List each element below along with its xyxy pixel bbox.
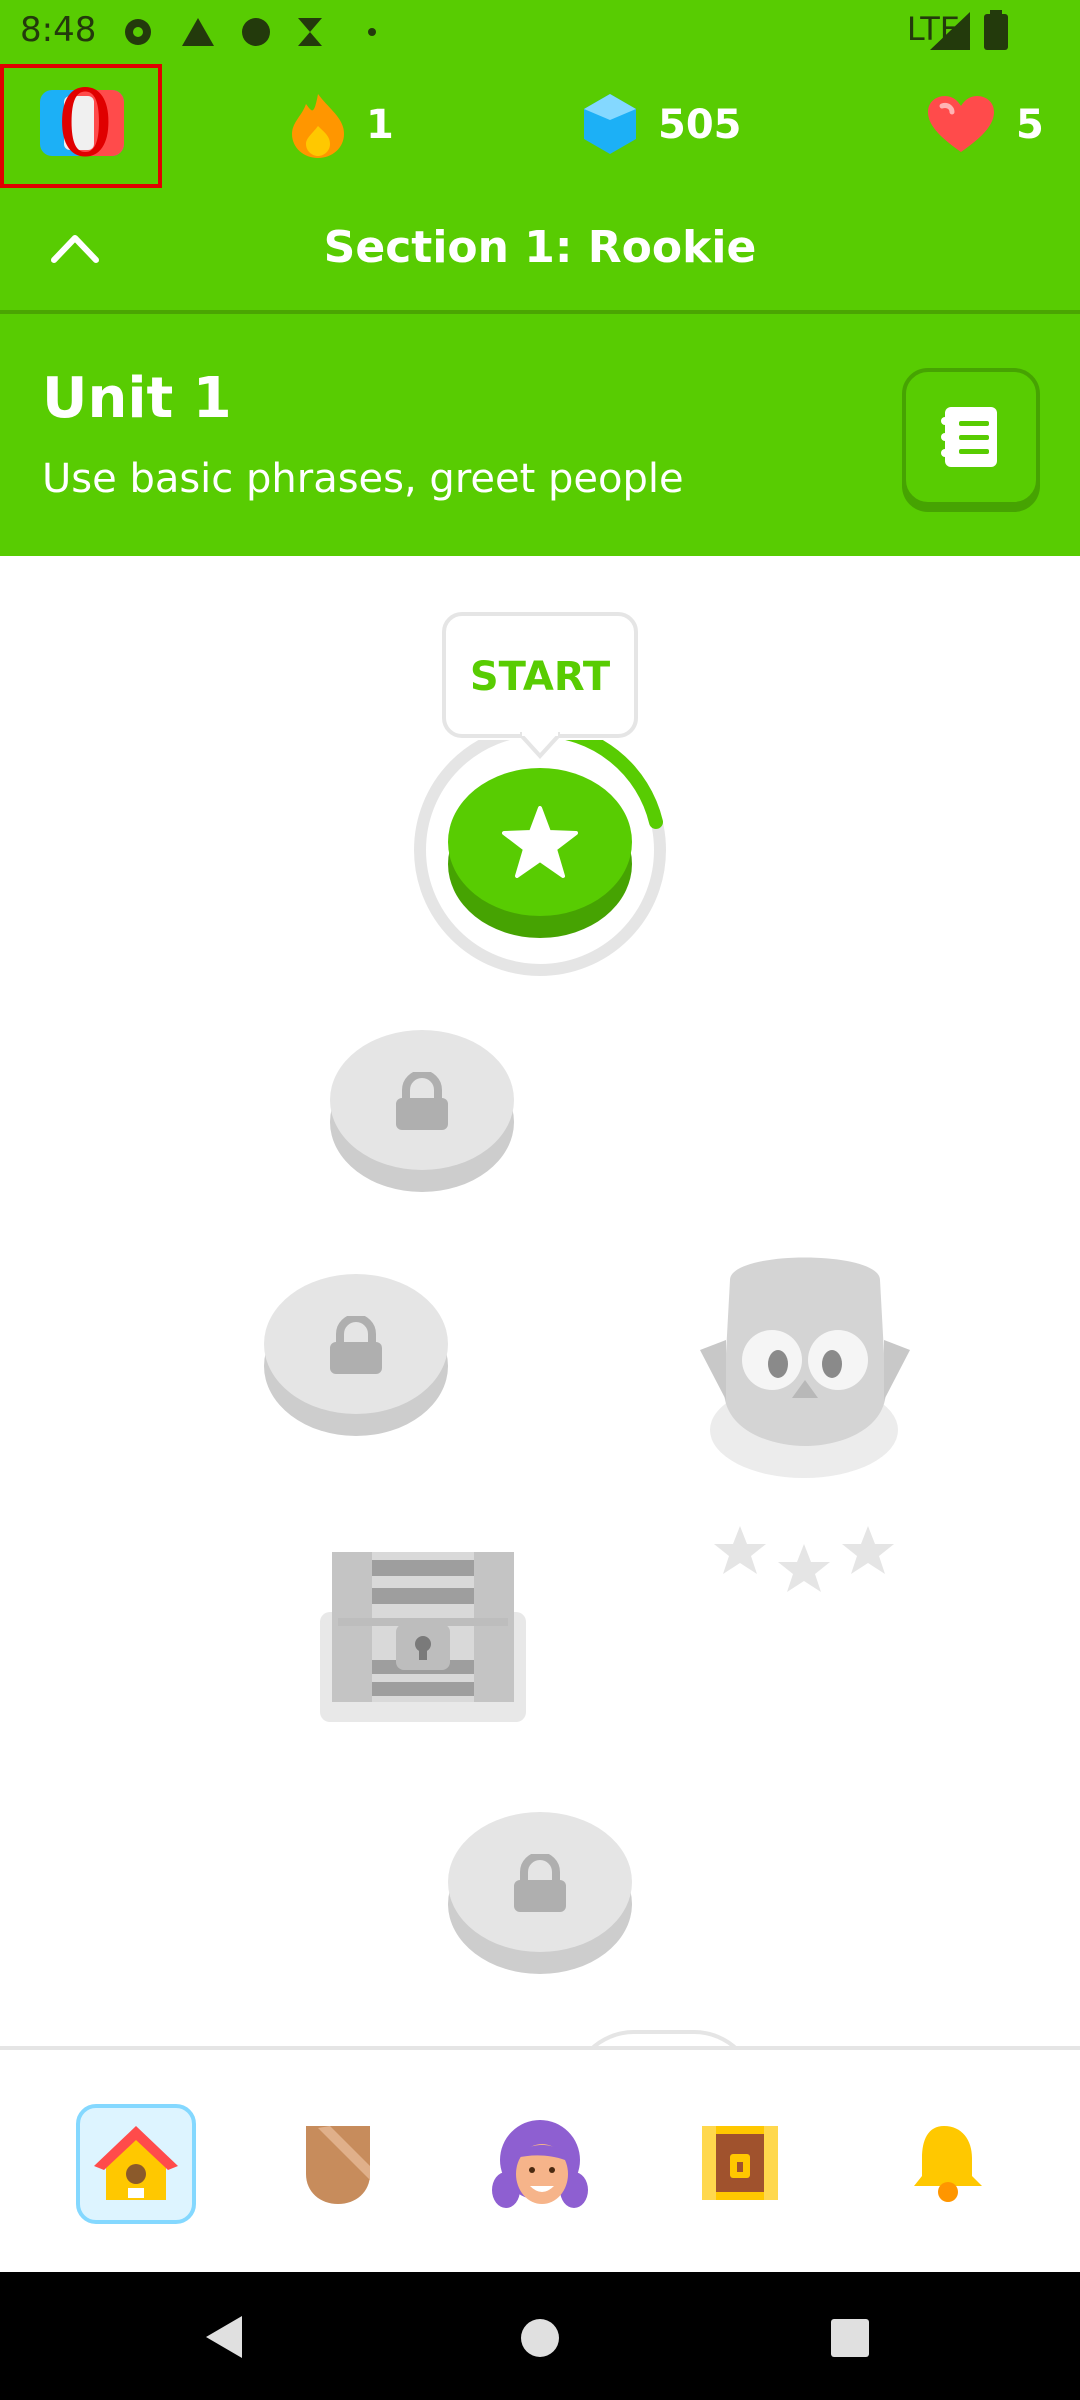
streak-count: 1 (366, 102, 394, 148)
top-bar: 1 505 5 (0, 64, 1080, 188)
start-label: START (469, 654, 611, 700)
owl-icon (700, 1257, 910, 1478)
streak-flame-icon[interactable] (290, 92, 346, 158)
heart-icon[interactable] (928, 96, 994, 154)
unit-title: Unit 1 (42, 366, 232, 431)
chest-icon (702, 2126, 778, 2200)
nav-characters[interactable] (480, 2104, 600, 2224)
status-notification-icons (125, 18, 376, 46)
guidebook-button[interactable] (902, 368, 1040, 506)
lock-icon (330, 1316, 382, 1374)
home-icon (94, 2126, 178, 2200)
status-bar: 8:48 LTE (0, 0, 1080, 64)
lock-icon (396, 1072, 448, 1130)
back-icon[interactable] (204, 2314, 244, 2360)
treasure-chest-icon[interactable] (318, 1548, 528, 1724)
lesson-node-start[interactable] (448, 768, 632, 916)
lesson-node-locked[interactable] (330, 1030, 514, 1170)
nav-notifications[interactable] (884, 2104, 1004, 2224)
guidebook-icon (941, 407, 997, 467)
recents-icon[interactable] (830, 2318, 870, 2358)
signal-icon (930, 12, 970, 50)
home-circle-icon[interactable] (520, 2318, 560, 2358)
status-time: 8:48 (20, 10, 97, 50)
start-tooltip[interactable]: START (442, 612, 638, 738)
gem-icon[interactable] (584, 94, 636, 154)
battery-icon (984, 10, 1008, 50)
system-nav-bar (0, 2272, 1080, 2400)
lock-icon (514, 1854, 566, 1912)
section-bar[interactable]: Section 1: Rookie (0, 188, 1080, 314)
section-title: Section 1: Rookie (323, 222, 757, 273)
nav-learn[interactable] (76, 2104, 196, 2224)
lesson-node-locked[interactable] (264, 1274, 448, 1414)
stars-rating (714, 1526, 894, 1592)
unit-header: Unit 1 Use basic phrases, greet people (0, 314, 1080, 556)
nav-shop[interactable] (682, 2104, 802, 2224)
bottom-nav (0, 2046, 1080, 2276)
unit-subtitle: Use basic phrases, greet people (42, 456, 684, 502)
lesson-node-locked[interactable] (448, 1812, 632, 1952)
heart-count: 5 (1016, 102, 1044, 148)
gem-count: 505 (658, 102, 742, 148)
star-icon (502, 806, 578, 878)
shield-icon (306, 2126, 370, 2204)
bell-icon (914, 2126, 982, 2202)
annotation-index: 0 (56, 70, 115, 177)
character-icon (492, 2120, 588, 2208)
nav-leaderboard[interactable] (278, 2104, 398, 2224)
